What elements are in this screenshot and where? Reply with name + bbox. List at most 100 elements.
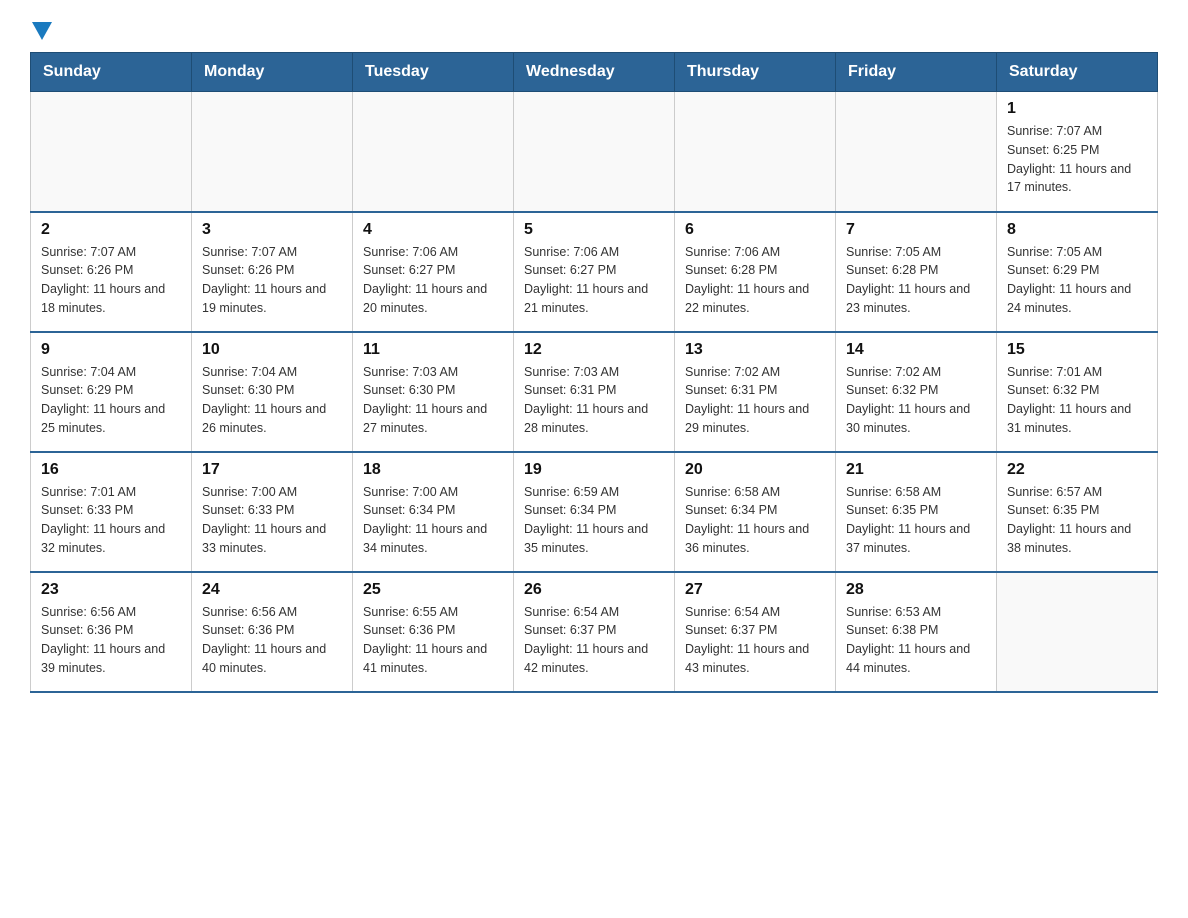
calendar-cell: 9 Sunrise: 7:04 AM Sunset: 6:29 PM Daylig… xyxy=(31,332,192,452)
day-info: Sunrise: 6:54 AM Sunset: 6:37 PM Dayligh… xyxy=(524,603,664,678)
calendar-cell: 19 Sunrise: 6:59 AM Sunset: 6:34 PM Dayli… xyxy=(514,452,675,572)
calendar-cell: 2 Sunrise: 7:07 AM Sunset: 6:26 PM Daylig… xyxy=(31,212,192,332)
day-info: Sunrise: 7:05 AM Sunset: 6:29 PM Dayligh… xyxy=(1007,243,1147,318)
day-number: 22 xyxy=(1007,461,1147,479)
day-number: 7 xyxy=(846,221,986,239)
day-info: Sunrise: 6:57 AM Sunset: 6:35 PM Dayligh… xyxy=(1007,483,1147,558)
calendar-cell: 24Sunrise: 6:56 AM Sunset: 6:36 PM Dayli… xyxy=(192,572,353,692)
day-number: 23 xyxy=(41,581,181,599)
calendar-table: SundayMondayTuesdayWednesdayThursdayFrid… xyxy=(30,52,1158,693)
day-info: Sunrise: 7:04 AM Sunset: 6:29 PM Dayligh… xyxy=(41,363,181,438)
day-info: Sunrise: 7:05 AM Sunset: 6:28 PM Dayligh… xyxy=(846,243,986,318)
day-of-week-header: Sunday xyxy=(31,53,192,92)
day-header-row: SundayMondayTuesdayWednesdayThursdayFrid… xyxy=(31,53,1158,92)
logo-triangle-icon xyxy=(32,22,52,42)
calendar-week-row: 1Sunrise: 7:07 AM Sunset: 6:25 PM Daylig… xyxy=(31,92,1158,212)
day-of-week-header: Thursday xyxy=(675,53,836,92)
calendar-cell xyxy=(675,92,836,212)
day-number: 28 xyxy=(846,581,986,599)
day-number: 21 xyxy=(846,461,986,479)
calendar-cell: 14 Sunrise: 7:02 AM Sunset: 6:32 PM Dayli… xyxy=(836,332,997,452)
day-info: Sunrise: 7:00 AM Sunset: 6:33 PM Dayligh… xyxy=(202,483,342,558)
calendar-cell: 3 Sunrise: 7:07 AM Sunset: 6:26 PM Daylig… xyxy=(192,212,353,332)
calendar-cell: 5 Sunrise: 7:06 AM Sunset: 6:27 PM Daylig… xyxy=(514,212,675,332)
calendar-cell: 20 Sunrise: 6:58 AM Sunset: 6:34 PM Dayli… xyxy=(675,452,836,572)
calendar-week-row: 23 Sunrise: 6:56 AM Sunset: 6:36 PM Dayli… xyxy=(31,572,1158,692)
day-of-week-header: Tuesday xyxy=(353,53,514,92)
calendar-cell: 28 Sunrise: 6:53 AM Sunset: 6:38 PM Dayli… xyxy=(836,572,997,692)
day-number: 25 xyxy=(363,581,503,599)
day-info: Sunrise: 7:02 AM Sunset: 6:32 PM Dayligh… xyxy=(846,363,986,438)
day-number: 16 xyxy=(41,461,181,479)
page-header xyxy=(30,20,1158,42)
day-info: Sunrise: 7:07 AM Sunset: 6:26 PM Dayligh… xyxy=(41,243,181,318)
day-info: Sunrise: 7:00 AM Sunset: 6:34 PM Dayligh… xyxy=(363,483,503,558)
day-number: 12 xyxy=(524,341,664,359)
day-info: Sunrise: 7:02 AM Sunset: 6:31 PM Dayligh… xyxy=(685,363,825,438)
day-number: 19 xyxy=(524,461,664,479)
day-info: Sunrise: 6:56 AM Sunset: 6:36 PM Dayligh… xyxy=(41,603,181,678)
calendar-cell: 21 Sunrise: 6:58 AM Sunset: 6:35 PM Dayli… xyxy=(836,452,997,572)
day-info: Sunrise: 6:54 AM Sunset: 6:37 PM Dayligh… xyxy=(685,603,825,678)
day-number: 20 xyxy=(685,461,825,479)
day-info: Sunrise: 6:53 AM Sunset: 6:38 PM Dayligh… xyxy=(846,603,986,678)
day-info: Sunrise: 7:03 AM Sunset: 6:31 PM Dayligh… xyxy=(524,363,664,438)
day-info: Sunrise: 6:59 AM Sunset: 6:34 PM Dayligh… xyxy=(524,483,664,558)
day-of-week-header: Monday xyxy=(192,53,353,92)
day-info: Sunrise: 6:58 AM Sunset: 6:34 PM Dayligh… xyxy=(685,483,825,558)
calendar-cell xyxy=(836,92,997,212)
day-number: 3 xyxy=(202,221,342,239)
logo xyxy=(30,20,52,42)
calendar-cell: 25Sunrise: 6:55 AM Sunset: 6:36 PM Dayli… xyxy=(353,572,514,692)
calendar-cell: 13 Sunrise: 7:02 AM Sunset: 6:31 PM Dayli… xyxy=(675,332,836,452)
day-number: 4 xyxy=(363,221,503,239)
calendar-cell: 18 Sunrise: 7:00 AM Sunset: 6:34 PM Dayli… xyxy=(353,452,514,572)
calendar-cell: 1Sunrise: 7:07 AM Sunset: 6:25 PM Daylig… xyxy=(997,92,1158,212)
day-number: 14 xyxy=(846,341,986,359)
calendar-cell: 15 Sunrise: 7:01 AM Sunset: 6:32 PM Dayli… xyxy=(997,332,1158,452)
calendar-cell: 27 Sunrise: 6:54 AM Sunset: 6:37 PM Dayli… xyxy=(675,572,836,692)
calendar-body: 1Sunrise: 7:07 AM Sunset: 6:25 PM Daylig… xyxy=(31,92,1158,692)
calendar-cell: 6Sunrise: 7:06 AM Sunset: 6:28 PM Daylig… xyxy=(675,212,836,332)
calendar-cell: 11 Sunrise: 7:03 AM Sunset: 6:30 PM Dayli… xyxy=(353,332,514,452)
day-info: Sunrise: 7:03 AM Sunset: 6:30 PM Dayligh… xyxy=(363,363,503,438)
day-info: Sunrise: 7:04 AM Sunset: 6:30 PM Dayligh… xyxy=(202,363,342,438)
day-info: Sunrise: 7:06 AM Sunset: 6:27 PM Dayligh… xyxy=(363,243,503,318)
day-of-week-header: Wednesday xyxy=(514,53,675,92)
day-number: 18 xyxy=(363,461,503,479)
day-number: 9 xyxy=(41,341,181,359)
day-number: 13 xyxy=(685,341,825,359)
day-number: 15 xyxy=(1007,341,1147,359)
day-number: 5 xyxy=(524,221,664,239)
day-number: 10 xyxy=(202,341,342,359)
calendar-cell xyxy=(192,92,353,212)
day-info: Sunrise: 7:01 AM Sunset: 6:32 PM Dayligh… xyxy=(1007,363,1147,438)
calendar-cell xyxy=(514,92,675,212)
calendar-week-row: 2 Sunrise: 7:07 AM Sunset: 6:26 PM Daylig… xyxy=(31,212,1158,332)
day-info: Sunrise: 7:01 AM Sunset: 6:33 PM Dayligh… xyxy=(41,483,181,558)
calendar-cell xyxy=(353,92,514,212)
day-number: 26 xyxy=(524,581,664,599)
calendar-cell: 22 Sunrise: 6:57 AM Sunset: 6:35 PM Dayli… xyxy=(997,452,1158,572)
day-number: 11 xyxy=(363,341,503,359)
day-number: 8 xyxy=(1007,221,1147,239)
calendar-cell: 8 Sunrise: 7:05 AM Sunset: 6:29 PM Daylig… xyxy=(997,212,1158,332)
day-number: 2 xyxy=(41,221,181,239)
day-number: 1 xyxy=(1007,100,1147,118)
calendar-week-row: 16 Sunrise: 7:01 AM Sunset: 6:33 PM Dayli… xyxy=(31,452,1158,572)
calendar-cell: 12 Sunrise: 7:03 AM Sunset: 6:31 PM Dayli… xyxy=(514,332,675,452)
calendar-cell: 10 Sunrise: 7:04 AM Sunset: 6:30 PM Dayli… xyxy=(192,332,353,452)
calendar-cell: 26 Sunrise: 6:54 AM Sunset: 6:37 PM Dayli… xyxy=(514,572,675,692)
calendar-cell: 17 Sunrise: 7:00 AM Sunset: 6:33 PM Dayli… xyxy=(192,452,353,572)
calendar-cell xyxy=(997,572,1158,692)
day-info: Sunrise: 7:06 AM Sunset: 6:27 PM Dayligh… xyxy=(524,243,664,318)
day-info: Sunrise: 7:07 AM Sunset: 6:26 PM Dayligh… xyxy=(202,243,342,318)
day-of-week-header: Saturday xyxy=(997,53,1158,92)
calendar-cell: 16 Sunrise: 7:01 AM Sunset: 6:33 PM Dayli… xyxy=(31,452,192,572)
day-number: 27 xyxy=(685,581,825,599)
day-number: 17 xyxy=(202,461,342,479)
calendar-cell: 4 Sunrise: 7:06 AM Sunset: 6:27 PM Daylig… xyxy=(353,212,514,332)
day-info: Sunrise: 6:58 AM Sunset: 6:35 PM Dayligh… xyxy=(846,483,986,558)
calendar-cell xyxy=(31,92,192,212)
day-info: Sunrise: 7:06 AM Sunset: 6:28 PM Dayligh… xyxy=(685,243,825,318)
